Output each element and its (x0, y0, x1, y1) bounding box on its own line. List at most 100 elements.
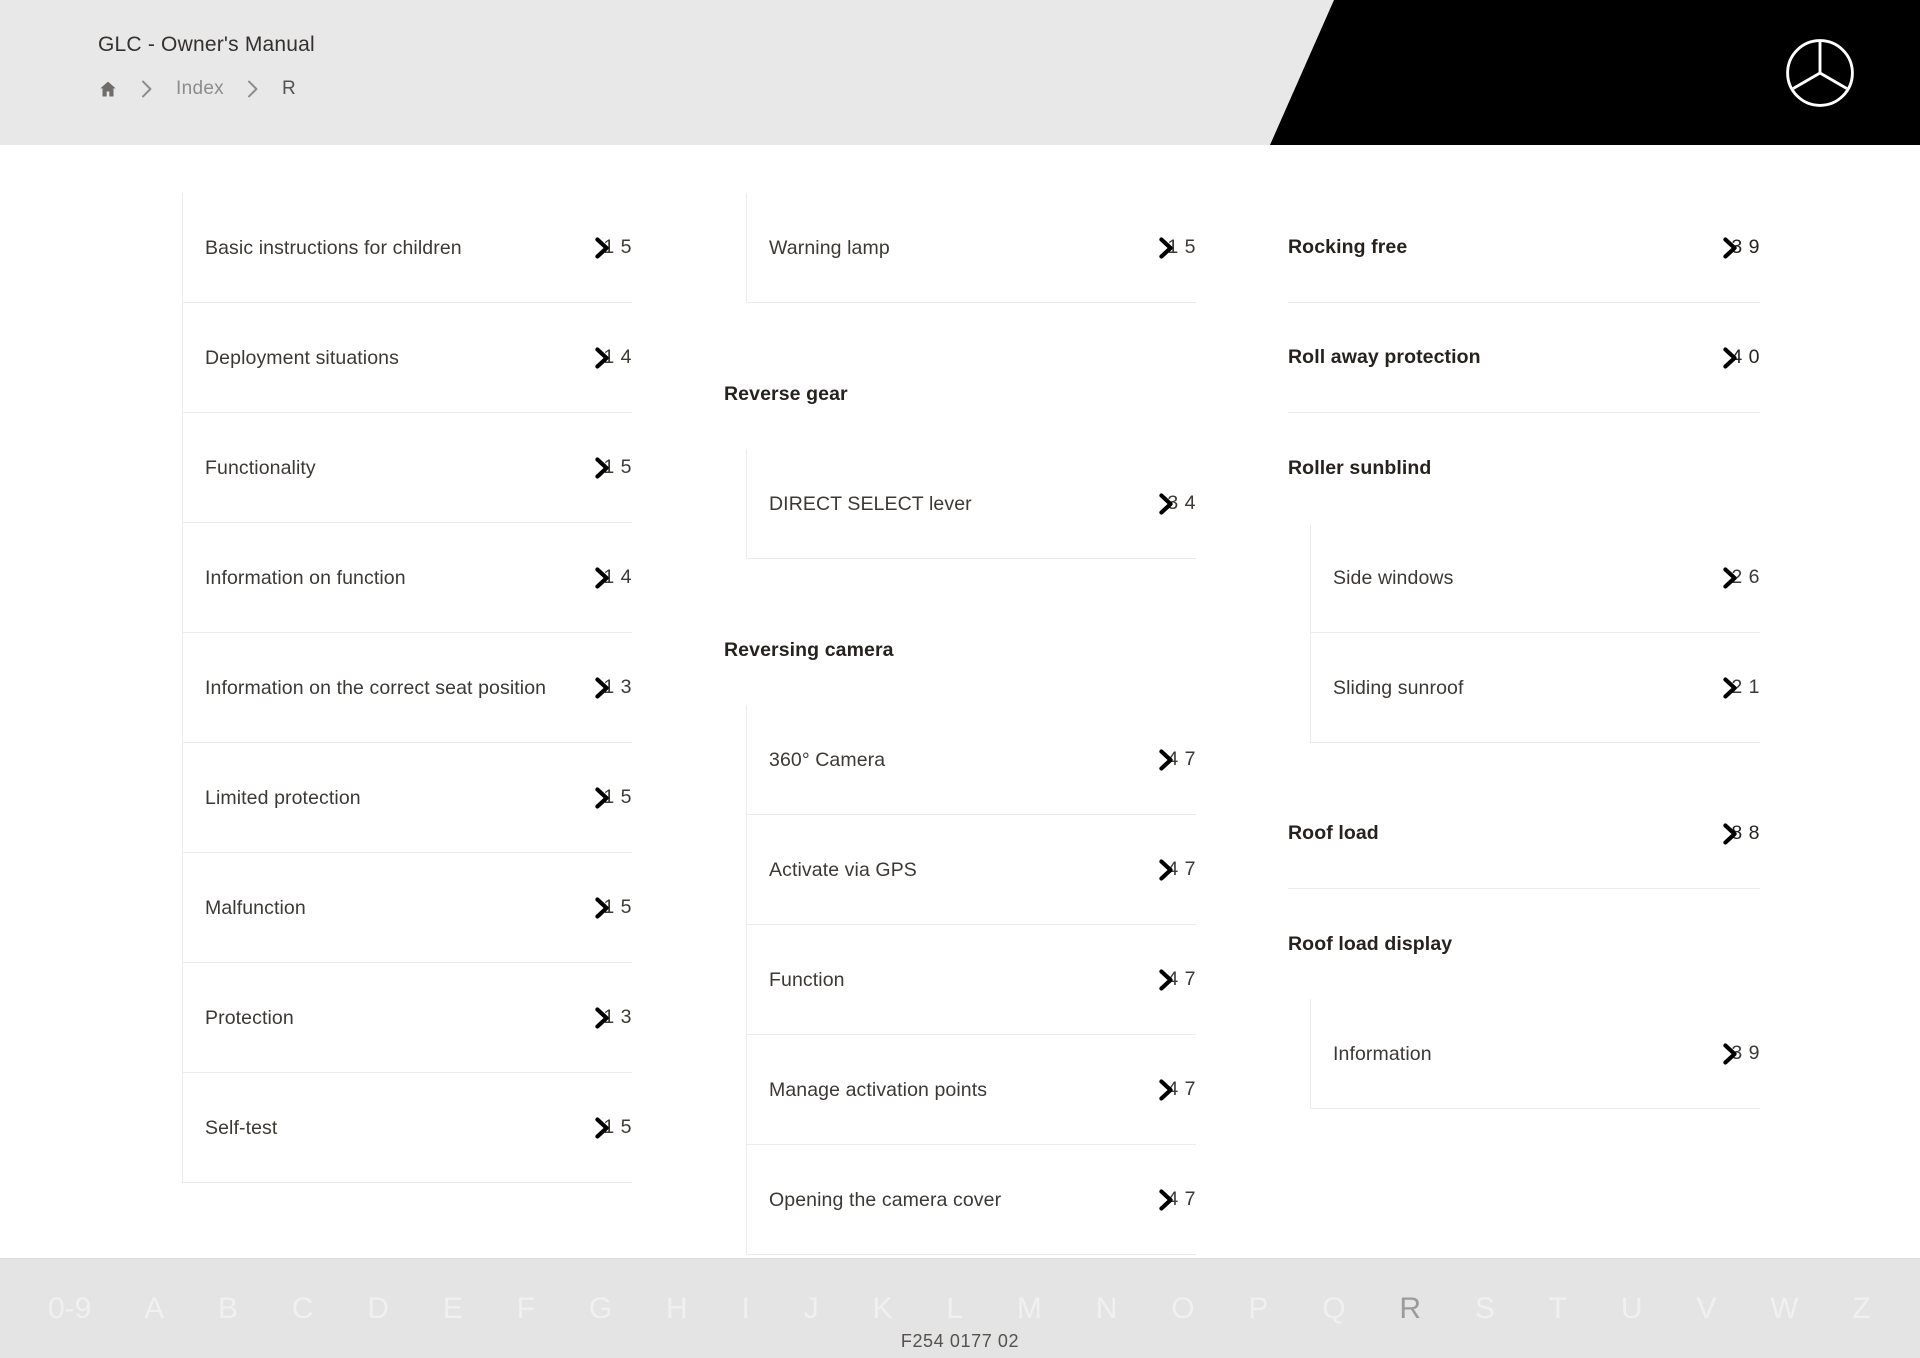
alphabet-nav-w[interactable]: W (1764, 1288, 1805, 1330)
alphabet-nav-t[interactable]: T (1543, 1288, 1574, 1330)
index-entry[interactable]: Information on function 1 4 (182, 523, 632, 633)
index-entry[interactable]: Reverse gear (724, 339, 1196, 449)
index-entry[interactable]: Roll away protection 4 0 (1288, 303, 1760, 413)
alphabet-nav-g[interactable]: G (583, 1288, 619, 1330)
index-entry-page-ref[interactable]: 1 4 (576, 563, 632, 593)
index-entry-page-ref[interactable]: 1 5 (576, 893, 632, 923)
index-entry-page-ref[interactable]: 1 5 (576, 783, 632, 813)
alphabet-nav-l[interactable]: L (940, 1288, 970, 1330)
index-entry-page-ref[interactable]: 8 8 (1704, 819, 1760, 849)
index-entry[interactable]: Roof load display (1288, 889, 1760, 999)
index-entry[interactable]: DIRECT SELECT lever 3 4 (746, 449, 1196, 559)
alphabet-nav-n[interactable]: N (1090, 1288, 1125, 1330)
index-entry[interactable]: Warning lamp 1 5 (746, 193, 1196, 303)
index-entry-label: Roof load (1288, 822, 1379, 844)
index-entry-label: Reverse gear (724, 382, 848, 405)
index-entry[interactable]: Manage activation points 4 7 (746, 1035, 1196, 1145)
index-entry[interactable]: Limited protection 1 5 (182, 743, 632, 853)
index-entry-page-ref[interactable]: 4 7 (1140, 745, 1196, 775)
page-number: 1 4 (603, 566, 632, 588)
index-entry-label: Malfunction (205, 896, 306, 919)
index-entry-page-ref[interactable]: 1 5 (576, 233, 632, 263)
index-entry-page-ref[interactable]: 3 4 (1140, 489, 1196, 519)
alphabet-nav-o[interactable]: O (1165, 1288, 1201, 1330)
alphabet-nav-u[interactable]: U (1615, 1288, 1650, 1330)
alphabet-nav-z[interactable]: Z (1846, 1288, 1877, 1330)
alphabet-nav-m[interactable]: M (1011, 1288, 1049, 1330)
home-icon[interactable] (98, 79, 118, 99)
alphabet-nav-d[interactable]: D (361, 1288, 396, 1330)
index-entry[interactable]: Self-test 1 5 (182, 1073, 632, 1183)
alphabet-nav-s[interactable]: S (1469, 1288, 1502, 1330)
page-number: 3 9 (1731, 236, 1760, 258)
index-entry[interactable]: Information 3 9 (1310, 999, 1760, 1109)
index-entry-label: Limited protection (205, 786, 361, 809)
alphabet-nav-h[interactable]: H (660, 1288, 695, 1330)
index-entry[interactable]: Roller sunblind (1288, 413, 1760, 523)
alphabet-nav-p[interactable]: P (1242, 1288, 1275, 1330)
index-entry[interactable]: Protection 1 3 (182, 963, 632, 1073)
index-entry[interactable]: Activate via GPS 4 7 (746, 815, 1196, 925)
alphabet-nav-i[interactable]: I (736, 1288, 757, 1330)
index-entry-page-ref[interactable]: 1 5 (1140, 233, 1196, 263)
index-entry[interactable]: Side windows 2 6 (1310, 523, 1760, 633)
index-entry-page-ref[interactable]: 4 7 (1140, 1185, 1196, 1215)
page-number: 1 4 (603, 346, 632, 368)
index-entry-label: Information on the correct seat posi­tio… (205, 676, 547, 699)
index-entry-label: Information (1333, 1042, 1432, 1065)
index-entry[interactable]: Information on the correct seat posi­tio… (182, 633, 632, 743)
index-entry-label: Side windows (1333, 566, 1454, 589)
alphabet-nav-a[interactable]: A (138, 1288, 171, 1330)
index-entry-page-ref[interactable]: 2 1 (1704, 673, 1760, 703)
alphabet-nav-r[interactable]: R (1393, 1288, 1428, 1330)
index-entry-page-ref[interactable]: 4 0 (1704, 343, 1760, 373)
alphabet-nav-e[interactable]: E (437, 1288, 470, 1330)
index-entry[interactable]: Basic instructions for children 1 5 (182, 193, 632, 303)
index-entry-page-ref[interactable]: 1 5 (576, 453, 632, 483)
breadcrumb-item-index[interactable]: Index (176, 78, 224, 100)
document-code: F254 0177 02 (900, 1331, 1020, 1351)
page-number: 3 9 (1731, 1042, 1760, 1064)
index-entry[interactable]: 360° Camera 4 7 (746, 705, 1196, 815)
alphabet-navigation-bar[interactable]: 0-9 A B C D E F G H I J K L M N O P Q R S T U V W Z F254 0177 02 (0, 1258, 1920, 1358)
header-title-block: GLC - Owner's Manual Index R (98, 32, 315, 102)
index-columns: Basic instructions for children 1 5 Deploy… (0, 193, 1920, 1255)
index-entry-page-ref[interactable]: 1 5 (576, 1113, 632, 1143)
index-entry[interactable]: Roof load 8 8 (1288, 779, 1760, 889)
index-entry[interactable]: Functionality 1 5 (182, 413, 632, 523)
index-entry-page-ref[interactable]: 4 7 (1140, 965, 1196, 995)
alphabet-nav-k[interactable]: K (867, 1288, 900, 1330)
index-column: Basic instructions for children 1 5 Deploy… (160, 193, 632, 1183)
index-entry[interactable]: Deployment situations 1 4 (182, 303, 632, 413)
alphabet-nav-v[interactable]: V (1690, 1288, 1723, 1330)
alphabet-nav-c[interactable]: C (286, 1288, 321, 1330)
page-number: 1 5 (603, 896, 632, 918)
alphabet-nav-j[interactable]: J (798, 1288, 826, 1330)
index-entry-page-ref[interactable]: 1 3 (576, 1003, 632, 1033)
alphabet-nav-b[interactable]: B (212, 1288, 245, 1330)
index-entry-page-ref[interactable]: 4 7 (1140, 855, 1196, 885)
index-entry[interactable]: Function 4 7 (746, 925, 1196, 1035)
index-entry[interactable]: Sliding sunroof 2 1 (1310, 633, 1760, 743)
index-entry-page-ref[interactable]: 3 9 (1704, 1039, 1760, 1069)
index-entry-label: Sliding sunroof (1333, 676, 1464, 699)
page-number: 3 4 (1167, 492, 1196, 514)
index-entry[interactable]: Malfunction 1 5 (182, 853, 632, 963)
alphabet-nav-0-9[interactable]: 0-9 (42, 1288, 97, 1330)
alphabet-nav-q[interactable]: Q (1316, 1288, 1352, 1330)
index-entry-page-ref[interactable]: 1 3 (576, 673, 632, 703)
index-entry-label: Roller sunblind (1288, 456, 1432, 479)
alphabet-nav-f[interactable]: F (511, 1288, 542, 1330)
index-entry[interactable]: Opening the camera cover 4 7 (746, 1145, 1196, 1255)
index-entry-page-ref[interactable]: 4 7 (1140, 1075, 1196, 1105)
owners-manual-index-page: GLC - Owner's Manual Index R Basic instr… (0, 0, 1920, 1358)
index-entry-page-ref[interactable]: 2 6 (1704, 563, 1760, 593)
index-entry-page-ref[interactable]: 3 9 (1704, 233, 1760, 263)
index-entry[interactable]: Reversing camera (724, 595, 1196, 705)
index-entry[interactable]: Rocking free 3 9 (1288, 193, 1760, 303)
breadcrumb-item-r[interactable]: R (282, 78, 296, 100)
index-entry-page-ref[interactable]: 1 4 (576, 343, 632, 373)
